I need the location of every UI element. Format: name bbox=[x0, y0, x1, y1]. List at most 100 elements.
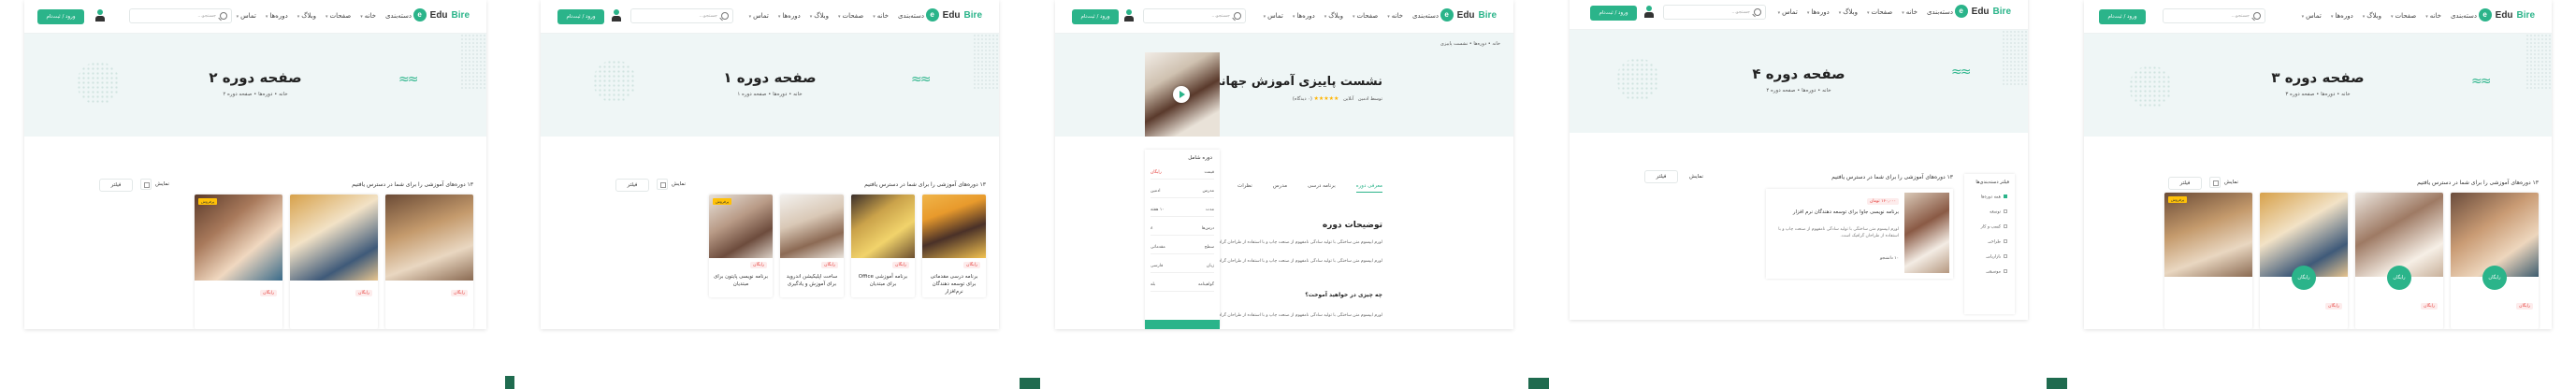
nav-item[interactable]: صفحات bbox=[1353, 12, 1379, 20]
free-badge: رایگان bbox=[2387, 266, 2411, 290]
instructor-name[interactable]: توسط ادمین bbox=[1358, 96, 1382, 102]
course-title[interactable]: برنامه نویسی پایتون برای مبتدیان bbox=[713, 273, 769, 288]
nav-item[interactable]: وبلاگ bbox=[810, 12, 829, 20]
nav-item[interactable]: دسته‌بندی bbox=[2451, 12, 2477, 20]
nav-item[interactable]: خانه bbox=[360, 12, 376, 20]
nav-item[interactable]: دوره‌ها bbox=[1807, 8, 1829, 16]
course-card[interactable]: پرفروش رایگان bbox=[195, 194, 282, 329]
user-icon[interactable] bbox=[1124, 9, 1134, 22]
brand-logo[interactable]: e Edu Bire bbox=[412, 8, 470, 22]
nav-item[interactable]: وبلاگ bbox=[2363, 12, 2381, 20]
brand-logo[interactable]: e Edu Bire bbox=[2478, 8, 2535, 22]
search-input[interactable]: جستجو... bbox=[129, 8, 232, 23]
nav-item[interactable]: دسته‌بندی bbox=[1927, 8, 1953, 16]
category-name[interactable]: آنلاین bbox=[1343, 96, 1353, 102]
checkbox-icon[interactable] bbox=[2004, 209, 2007, 213]
nav-item[interactable]: صفحات bbox=[2391, 12, 2417, 20]
nav-item[interactable]: تماس bbox=[2302, 12, 2322, 20]
nav-item[interactable]: خانه bbox=[1387, 12, 1403, 20]
nav-item[interactable]: خانه bbox=[2425, 12, 2441, 20]
course-title[interactable]: برنامه درسی مقدماتی برای توسعه دهندگان ن… bbox=[926, 273, 982, 295]
enroll-button[interactable] bbox=[1145, 320, 1220, 329]
course-card[interactable]: رایگان ساخت اپلیکیشن اندروید برای آموزش … bbox=[780, 194, 844, 297]
play-icon[interactable] bbox=[1173, 86, 1190, 103]
tab-instructor[interactable]: مدرس bbox=[1273, 183, 1287, 193]
nav-item[interactable]: وبلاگ bbox=[297, 12, 316, 20]
nav-item[interactable]: خانه bbox=[873, 12, 889, 20]
course-image bbox=[922, 194, 986, 258]
search-input[interactable]: جستجو... bbox=[1143, 8, 1246, 23]
tab-reviews[interactable]: نظرات bbox=[1237, 183, 1252, 193]
nav-item[interactable]: دوره‌ها bbox=[2331, 12, 2352, 20]
nav-item[interactable]: دوره‌ها bbox=[1293, 12, 1314, 20]
brand-logo[interactable]: e Edu Bire bbox=[925, 8, 982, 22]
filter-button[interactable]: فیلتر bbox=[1644, 170, 1678, 183]
brand-logo[interactable]: e Edu Bire bbox=[1954, 5, 2011, 18]
nav-item[interactable]: وبلاگ bbox=[1324, 12, 1343, 20]
login-button[interactable]: ورود / ثبت‌نام bbox=[1072, 9, 1119, 24]
nav-item[interactable]: تماس bbox=[1778, 8, 1798, 16]
nav-item[interactable]: خانه bbox=[1902, 8, 1918, 16]
login-button[interactable]: ورود / ثبت‌نام bbox=[557, 9, 604, 24]
nav-item[interactable]: وبلاگ bbox=[1839, 8, 1858, 16]
search-input[interactable]: جستجو... bbox=[2163, 8, 2265, 23]
course-card[interactable]: رایگان برنامه درسی مقدماتی برای توسعه ده… bbox=[922, 194, 986, 297]
course-card[interactable]: رایگان رایگان bbox=[2355, 193, 2443, 329]
checkbox-icon[interactable] bbox=[2004, 224, 2007, 228]
category-option[interactable]: همه دوره‌ها bbox=[1981, 194, 2007, 200]
course-title[interactable]: برنامه آموزشی Office برای مبتدیان bbox=[855, 273, 911, 288]
nav-item[interactable]: دسته‌بندی bbox=[1412, 12, 1439, 20]
user-icon[interactable] bbox=[95, 9, 105, 22]
course-card[interactable]: رایگان bbox=[290, 194, 378, 329]
brand-name-accent: Bire bbox=[1992, 6, 2011, 17]
user-icon[interactable] bbox=[1644, 6, 1654, 19]
grid-view-icon[interactable] bbox=[657, 179, 668, 190]
nav-item[interactable]: تماس bbox=[237, 12, 256, 20]
course-video[interactable] bbox=[1145, 52, 1220, 137]
tab-overview[interactable]: معرفی دوره bbox=[1355, 183, 1382, 193]
checkbox-icon[interactable] bbox=[2004, 269, 2007, 273]
user-icon[interactable] bbox=[612, 9, 621, 22]
category-option[interactable]: طراحی bbox=[1988, 239, 2007, 245]
brand-logo[interactable]: e Edu Bire bbox=[1440, 8, 1497, 22]
nav-item[interactable]: دسته‌بندی bbox=[898, 12, 924, 20]
login-button[interactable]: ورود / ثبت‌نام bbox=[1590, 6, 1637, 21]
checkbox-icon[interactable] bbox=[2004, 239, 2007, 243]
filter-button[interactable]: فیلتر bbox=[99, 179, 133, 192]
category-label: کسب و کار bbox=[1980, 224, 2001, 230]
nav-item[interactable]: دوره‌ها bbox=[266, 12, 287, 20]
course-card[interactable]: رایگان رایگان bbox=[2451, 193, 2539, 329]
bestseller-tag: پرفروش bbox=[198, 198, 218, 205]
nav-item[interactable]: صفحات bbox=[326, 12, 352, 20]
grid-view-icon[interactable] bbox=[2209, 177, 2221, 188]
nav-item[interactable]: دوره‌ها bbox=[778, 12, 800, 20]
course-card[interactable]: رایگان رایگان bbox=[2260, 193, 2348, 329]
login-button[interactable]: ورود / ثبت‌نام bbox=[2099, 9, 2146, 24]
course-card[interactable]: پرفروش bbox=[2164, 193, 2252, 329]
nav-item[interactable]: دسته‌بندی bbox=[385, 12, 412, 20]
search-input[interactable]: جستجو... bbox=[1663, 5, 1766, 20]
course-card[interactable]: رایگان bbox=[385, 194, 473, 329]
checkbox-icon[interactable] bbox=[2004, 194, 2007, 198]
filter-button[interactable]: فیلتر bbox=[2168, 177, 2202, 190]
category-option[interactable]: کسب و کار bbox=[1981, 224, 2007, 230]
course-list-card[interactable]: ۱۶۰,۰۰۰ تومان برنامه نویسی جاوا برای توس… bbox=[1766, 189, 1953, 279]
filter-button[interactable]: فیلتر bbox=[615, 179, 649, 192]
tab-curriculum[interactable]: برنامه درسی bbox=[1308, 183, 1336, 193]
nav-item[interactable]: صفحات bbox=[1867, 8, 1893, 16]
grid-view-icon[interactable] bbox=[140, 179, 152, 190]
course-card[interactable]: رایگان برنامه آموزشی Office برای مبتدیان bbox=[851, 194, 915, 297]
search-input[interactable]: جستجو... bbox=[630, 8, 733, 23]
course-card[interactable]: پرفروش رایگان برنامه نویسی پایتون برای م… bbox=[709, 194, 773, 297]
checkbox-icon[interactable] bbox=[2004, 254, 2007, 258]
nav-item[interactable]: تماس bbox=[749, 12, 769, 20]
category-option[interactable]: موسیقی bbox=[1986, 269, 2007, 275]
course-title[interactable]: ساخت اپلیکیشن اندروید برای آموزش و یادگی… bbox=[784, 273, 840, 288]
nav-item[interactable]: صفحات bbox=[838, 12, 864, 20]
course-title[interactable]: برنامه نویسی جاوا برای توسعه دهندگان نرم… bbox=[1793, 209, 1899, 215]
course-image bbox=[1904, 193, 1949, 273]
nav-item[interactable]: تماس bbox=[1264, 12, 1283, 20]
login-button[interactable]: ورود / ثبت‌نام bbox=[37, 9, 84, 24]
category-option[interactable]: توسعه bbox=[1990, 209, 2007, 215]
category-option[interactable]: بازاریابی bbox=[1986, 254, 2007, 260]
